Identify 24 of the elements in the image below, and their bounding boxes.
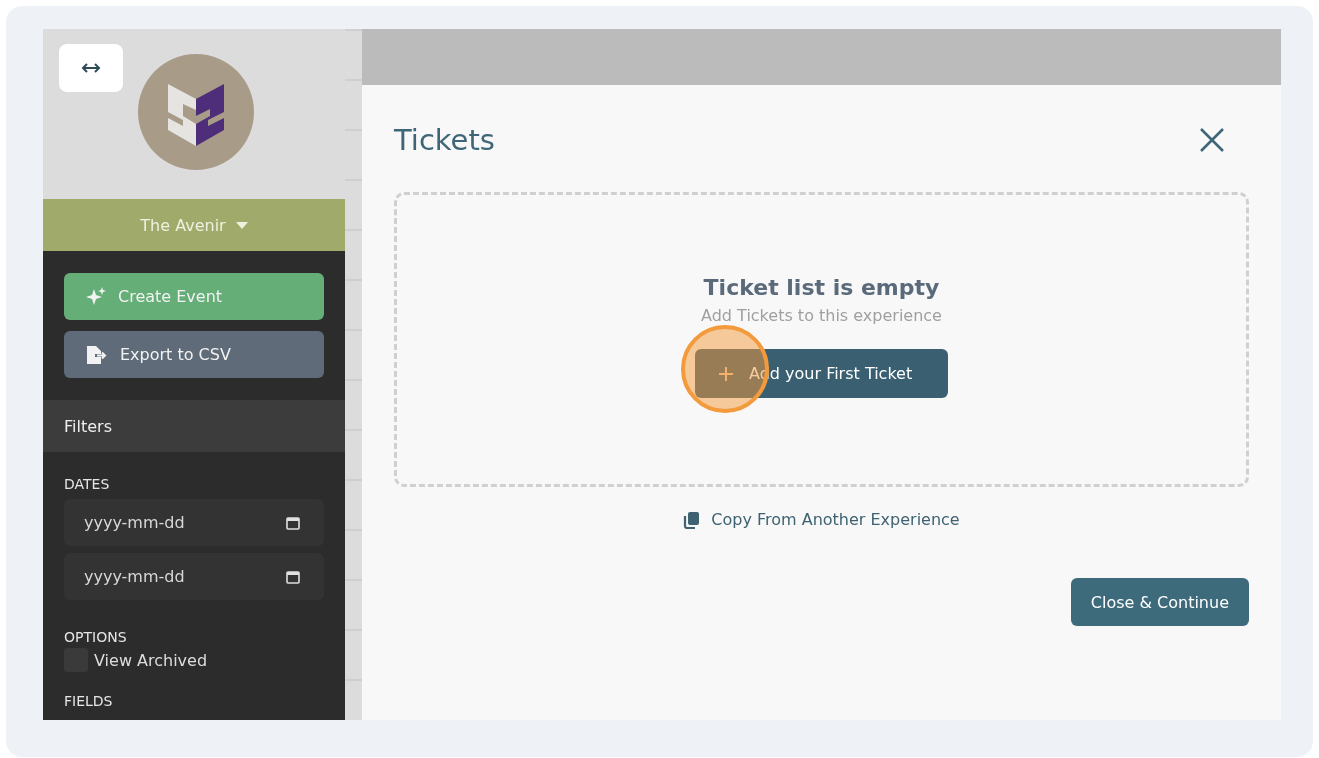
fields-label: FIELDS [64, 693, 114, 709]
calendar-icon [286, 570, 300, 584]
sparkle-icon [86, 286, 106, 307]
logo-icon [138, 53, 254, 170]
checkbox-label: View Archived [94, 650, 208, 670]
close-continue-button[interactable]: Close & Continue [1070, 578, 1249, 626]
file-export-icon [86, 344, 108, 365]
filters-header: Filters [43, 400, 345, 452]
dates-label: DATES [64, 476, 111, 492]
expand-toggle-button[interactable] [59, 44, 123, 92]
copy-icon [683, 510, 702, 529]
close-icon[interactable] [1199, 127, 1225, 153]
plus-icon [719, 366, 733, 381]
options-label: OPTIONS [64, 629, 128, 645]
copy-link[interactable]: Copy From Another Experience [677, 509, 966, 530]
caret-icon [235, 221, 248, 229]
date-field[interactable]: yyyy-mm-dd [64, 553, 324, 600]
double-arrow-icon [81, 62, 101, 74]
modal-title: Tickets [394, 123, 495, 157]
date-field[interactable]: yyyy-mm-dd [64, 499, 324, 546]
calendar-icon [286, 516, 300, 530]
empty-title: Ticket list is empty [703, 275, 940, 300]
empty-subtitle: Add Tickets to this experience [701, 306, 942, 325]
export-button[interactable]: Export to CSV [64, 331, 324, 378]
